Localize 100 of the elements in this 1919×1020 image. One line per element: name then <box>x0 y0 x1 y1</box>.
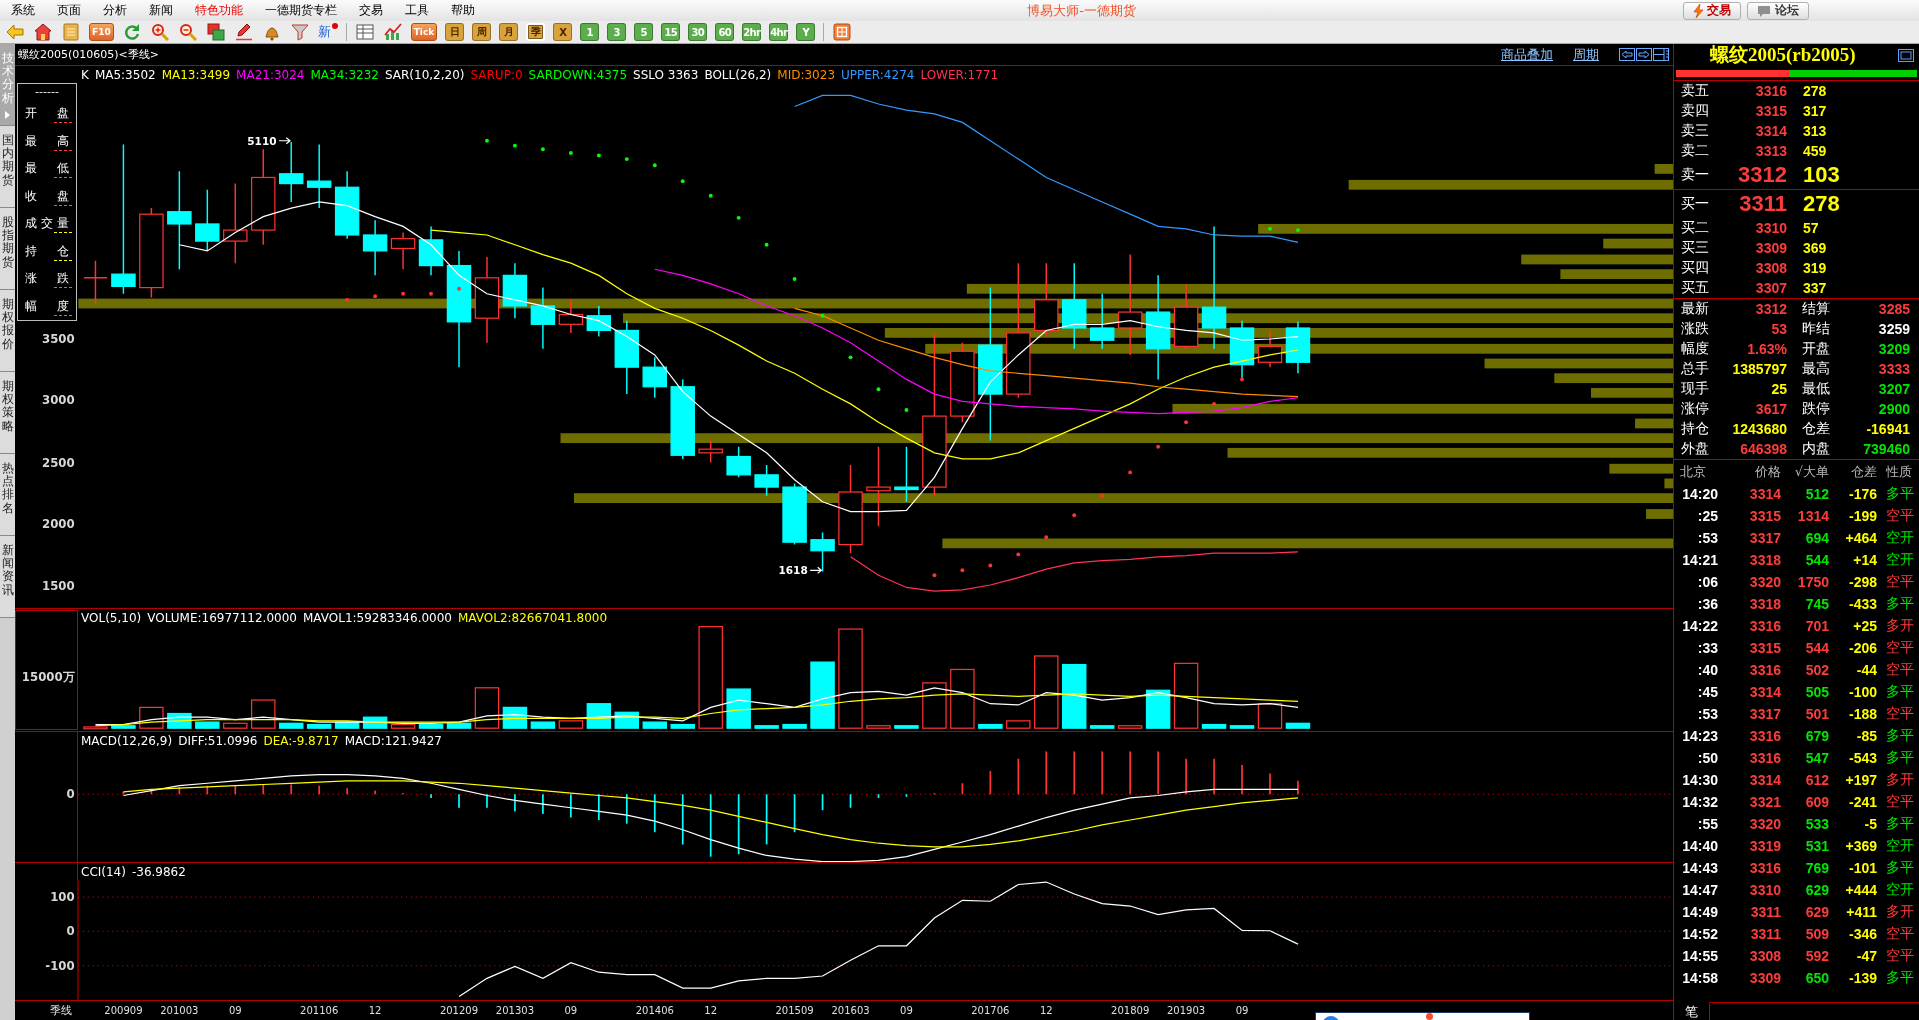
book-label: 买四 <box>1681 259 1710 277</box>
stat-label: 内盘 <box>1802 440 1831 458</box>
macd-bar <box>653 794 656 833</box>
side-tab[interactable]: 热点排名 <box>0 454 15 536</box>
period-button[interactable]: 周 <box>472 23 492 41</box>
tick-type: 多开 <box>1886 903 1914 921</box>
trade-button[interactable]: 交易 <box>1683 1 1741 20</box>
tick-oi-change: -298 <box>1848 574 1877 590</box>
side-tab[interactable]: 新闻资讯 <box>0 536 15 618</box>
chart-link[interactable]: 周期 <box>1573 45 1599 64</box>
arrow-left-icon[interactable] <box>1619 48 1635 61</box>
tick-oi-change: -206 <box>1848 640 1877 656</box>
date-label: 09 <box>900 1005 913 1016</box>
table-icon[interactable] <box>355 23 374 41</box>
volume-bar <box>810 661 835 729</box>
macd-bar <box>1017 758 1020 795</box>
volume-bar <box>306 723 332 729</box>
arrow-right-icon[interactable] <box>1636 48 1652 61</box>
funnel-icon[interactable] <box>290 23 309 41</box>
panel-layout-icon[interactable] <box>1653 48 1669 61</box>
menu-item[interactable]: 交易 <box>348 2 394 19</box>
volume-bar <box>418 723 444 729</box>
legend-label: 最高 <box>25 133 69 149</box>
framed-square-icon[interactable] <box>833 23 852 41</box>
stat-value: 1.63% <box>1746 341 1787 357</box>
stat-value: 3259 <box>1877 321 1910 337</box>
tick-type: 空平 <box>1886 925 1914 943</box>
volume-bar <box>586 703 612 729</box>
tick-oi-change: +14 <box>1853 552 1877 568</box>
side-tab[interactable]: 国内期货 <box>0 126 15 208</box>
legend-label: 收盘 <box>25 188 69 204</box>
menu-item[interactable]: 新闻 <box>138 2 184 19</box>
macd-bar <box>1101 751 1104 795</box>
volume-bar <box>1062 663 1087 729</box>
macd-bar <box>1045 751 1048 795</box>
forum-button[interactable]: 论坛 <box>1747 1 1809 20</box>
bar-chart-icon[interactable] <box>383 23 402 41</box>
tick-price: 3314 <box>1749 772 1781 788</box>
legend-label: 成交量 <box>25 216 69 232</box>
tick-price: 3320 <box>1749 816 1781 832</box>
tick-volume: 1750 <box>1797 574 1829 590</box>
notepad-icon[interactable] <box>62 23 80 41</box>
tick-type: 空平 <box>1886 947 1914 965</box>
tick-volume: 544 <box>1805 552 1829 568</box>
indicator-label: MID:3023 <box>777 67 835 82</box>
period-button[interactable]: 季 <box>526 23 546 41</box>
side-tab[interactable]: 期权策略 <box>0 372 15 454</box>
side-tab[interactable]: 股指期货 <box>0 208 15 290</box>
period-button[interactable]: 日 <box>445 23 465 41</box>
bid-volume: 369 <box>1803 240 1827 256</box>
zoom-out-icon[interactable] <box>178 23 197 41</box>
chart-link[interactable]: 商品叠加 <box>1501 45 1553 64</box>
stat-label: 仓差 <box>1802 420 1831 438</box>
back-arrow-icon[interactable] <box>6 23 24 41</box>
refresh-icon[interactable] <box>122 23 141 41</box>
menu-item[interactable]: 分析 <box>92 2 138 19</box>
tick-volume: 650 <box>1805 970 1829 986</box>
tick-price: 3317 <box>1749 706 1781 722</box>
date-label: 201903 <box>1167 1005 1206 1016</box>
period-button[interactable]: X <box>553 23 573 41</box>
menu-item[interactable]: 帮助 <box>440 2 486 19</box>
indicator-label: DEA:-9.8717 <box>263 733 339 748</box>
ask-volume: 103 <box>1803 162 1840 188</box>
period-button[interactable]: 月 <box>499 23 519 41</box>
volume-bar <box>978 723 1003 729</box>
indicator-label: MA34:3232 <box>310 67 379 82</box>
bid-volume: 57 <box>1803 220 1819 236</box>
tick-type: 多平 <box>1886 595 1914 613</box>
date-label: 201003 <box>160 1005 199 1016</box>
menu-item[interactable]: 工具 <box>394 2 440 19</box>
zoom-in-icon[interactable] <box>150 23 169 41</box>
toolbar-button[interactable]: 新 <box>317 23 338 41</box>
tick-price: 3316 <box>1749 728 1781 744</box>
menu-item[interactable]: 特色功能 <box>184 2 254 19</box>
indicator-label: MA21:3024 <box>236 67 305 82</box>
tick-price: 3316 <box>1749 750 1781 766</box>
ask-volume: 313 <box>1803 123 1827 139</box>
menu-item[interactable]: 一德期货专栏 <box>254 2 348 19</box>
tick-time: 14:52 <box>1682 926 1718 942</box>
stat-label: 结算 <box>1802 300 1831 318</box>
home-icon[interactable] <box>34 23 52 41</box>
contract-title: 螺纹2005(rb2005) <box>1710 43 1856 67</box>
tick-type: 多平 <box>1886 727 1914 745</box>
tick-type: 多开 <box>1886 617 1914 635</box>
tick-oi-change: -101 <box>1848 860 1877 876</box>
date-label: 12 <box>1039 1005 1053 1016</box>
side-tab[interactable]: 期权报价 <box>0 290 15 372</box>
menu-item[interactable]: 系统 <box>0 2 46 19</box>
macd-bar <box>597 794 600 820</box>
ask-price: 3314 <box>1754 123 1787 139</box>
volume-column-header: √大单 <box>1794 462 1829 481</box>
tick-time: :50 <box>1697 750 1718 766</box>
pencil-icon[interactable] <box>234 23 253 41</box>
windows-icon[interactable] <box>206 23 225 41</box>
tick-time: 14:55 <box>1682 948 1718 964</box>
date-label: 201706 <box>971 1005 1010 1016</box>
window-icon[interactable] <box>1898 48 1914 62</box>
menu-item[interactable]: 页面 <box>46 2 92 19</box>
date-label: 201603 <box>831 1005 870 1016</box>
book-label: 卖三 <box>1681 122 1710 140</box>
